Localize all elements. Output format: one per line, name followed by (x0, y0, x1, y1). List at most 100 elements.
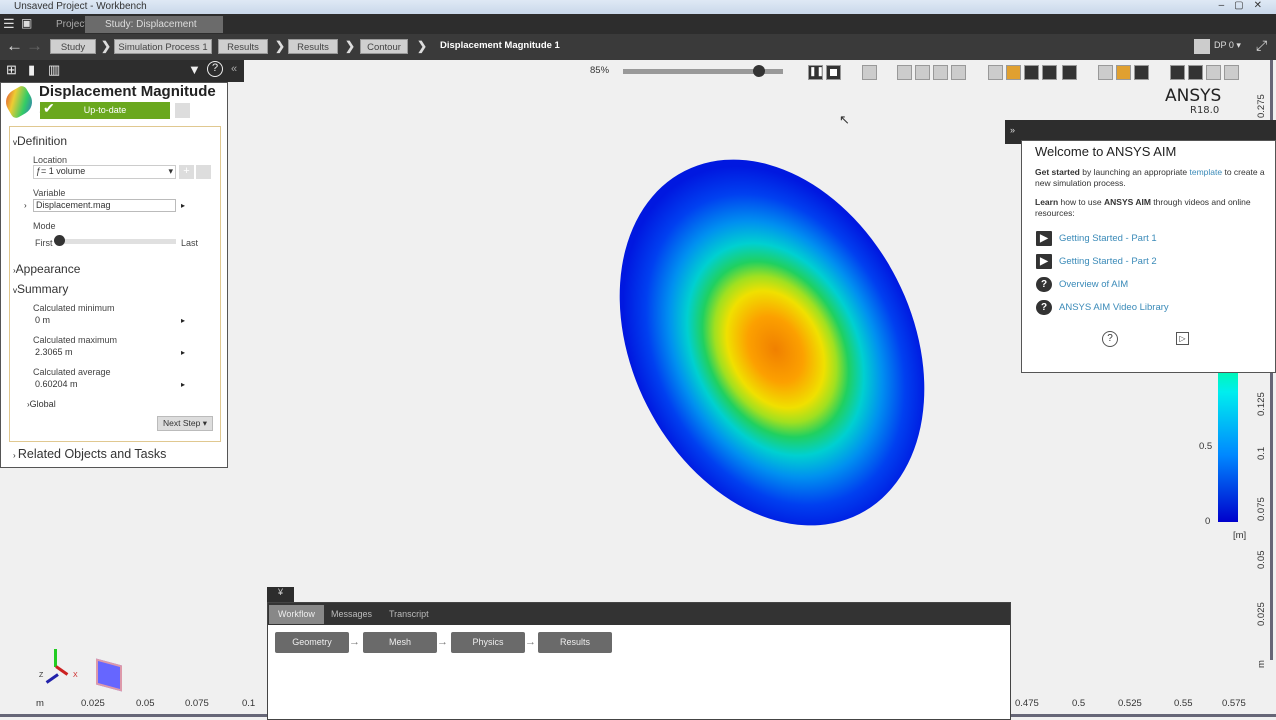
step-geometry[interactable]: Geometry (275, 632, 349, 653)
zoom-label: 85% (590, 65, 610, 76)
window-controls[interactable]: –▢✕ (1219, 0, 1272, 11)
collapse-panel-icon[interactable]: « (231, 63, 237, 75)
expand-icon[interactable]: ⤢ (1256, 37, 1267, 54)
variable-expand-icon[interactable]: ▸ (181, 201, 185, 210)
filter-icon[interactable]: ▼ (188, 62, 201, 77)
displacement-contour-model[interactable] (559, 107, 985, 578)
status-badge[interactable]: ✔ Up-to-date (40, 100, 170, 119)
fit-icon[interactable] (1134, 65, 1149, 80)
select-face-icon[interactable] (1024, 65, 1039, 80)
tab-workflow[interactable]: Workflow (269, 605, 324, 624)
view-icon[interactable] (915, 65, 930, 80)
help-icon[interactable]: ? (1102, 331, 1118, 347)
ruler-tick: 0.1 (1256, 446, 1267, 460)
tab-project[interactable]: Project (36, 16, 87, 33)
axis-triad[interactable]: Z X (36, 645, 81, 685)
mode-slider-handle[interactable] (54, 235, 65, 246)
view-icon[interactable] (933, 65, 948, 80)
next-step-button[interactable]: Next Step ▾ (157, 416, 213, 431)
ruler-tick: 0.55 (1174, 698, 1193, 709)
select-icon[interactable] (988, 65, 1003, 80)
ruler-tick: m (1256, 660, 1267, 668)
menu-icon[interactable]: ☰ (3, 16, 15, 32)
link-overview[interactable]: Overview of AIM (1059, 279, 1128, 290)
view-icon[interactable] (897, 65, 912, 80)
probe-icon[interactable] (1206, 65, 1221, 80)
add-location-button[interactable]: + (179, 165, 194, 179)
step-physics[interactable]: Physics (451, 632, 525, 653)
select-body-icon[interactable] (1006, 65, 1021, 80)
tab-bar: ☰ ▣ Project Study: Displacement Magnitud… (0, 14, 1276, 47)
design-point-select[interactable]: DP 0 ▾ (1214, 40, 1241, 51)
view-icon[interactable] (951, 65, 966, 80)
step-mesh[interactable]: Mesh (363, 632, 437, 653)
location-options-button[interactable] (196, 165, 211, 179)
layout-icon[interactable] (1194, 39, 1210, 54)
collapse-welcome-icon[interactable]: » (1010, 125, 1015, 135)
workflow-panel: Workflow Messages Transcript Geometry → … (267, 602, 1011, 720)
mode-slider[interactable] (60, 239, 176, 244)
point-icon[interactable] (1170, 65, 1185, 80)
back-icon[interactable]: ← (6, 36, 23, 56)
tab-transcript[interactable]: Transcript (380, 605, 438, 624)
crumb-contour[interactable]: Contour (360, 39, 408, 54)
view-cube-icon[interactable] (96, 658, 122, 692)
collapse-workflow-icon[interactable]: ¥ (267, 587, 294, 603)
chevron-down-icon: ▾ (168, 166, 173, 176)
section-appearance[interactable]: ›Appearance (13, 262, 80, 276)
ruler-tick: 0.1 (242, 698, 256, 709)
location-label: Location (33, 155, 68, 165)
legend-unit: [m] (1233, 530, 1247, 541)
video-play-icon[interactable]: ▷ (1176, 332, 1189, 345)
location-select[interactable]: ƒ= 1 volume ▾ (33, 165, 176, 179)
window-title: Unsaved Project - Workbench (14, 1, 147, 12)
section-global[interactable]: ›Global (27, 399, 56, 409)
ruler-tick: 0.025 (1256, 602, 1267, 626)
ruler-tick: m (36, 698, 44, 709)
link-getting-started-2[interactable]: Getting Started - Part 2 (1059, 256, 1157, 267)
tab-messages[interactable]: Messages (322, 605, 381, 624)
select-vertex-icon[interactable] (1062, 65, 1077, 80)
copy-icon[interactable]: ▮ (28, 62, 35, 78)
animation-slider-handle[interactable] (753, 65, 765, 77)
crumb-study[interactable]: Study (50, 39, 96, 54)
video-icon: ▶ (1036, 231, 1052, 246)
delete-icon[interactable]: ▥ (48, 62, 60, 78)
crumb-simulation-process[interactable]: Simulation Process 1 (114, 39, 212, 54)
cursor-icon: ↖ (839, 112, 850, 127)
welcome-title: Welcome to ANSYS AIM (1035, 144, 1177, 159)
stop-button[interactable] (826, 65, 841, 80)
section-summary[interactable]: vSummary (13, 282, 68, 296)
pause-button[interactable]: ❚❚ (808, 65, 824, 80)
welcome-panel: Welcome to ANSYS AIM Get started by laun… (1021, 140, 1276, 373)
crumb-results-2[interactable]: Results (288, 39, 338, 54)
lightning-icon[interactable] (862, 65, 877, 80)
ruler-icon[interactable] (1116, 65, 1131, 80)
box-select-icon[interactable] (1098, 65, 1113, 80)
select-edge-icon[interactable] (1042, 65, 1057, 80)
crumb-results[interactable]: Results (218, 39, 268, 54)
forward-icon[interactable]: → (26, 36, 43, 56)
check-icon: ✔ (43, 100, 55, 116)
new-icon[interactable]: ⊞ (6, 62, 17, 78)
template-link[interactable]: template (1190, 167, 1223, 177)
section-definition[interactable]: vDefinition (13, 134, 67, 148)
update-icon[interactable] (175, 103, 190, 118)
ruler-tick: 0.075 (1256, 497, 1267, 521)
panel-toolbar: ⊞ ▮ ▥ ▼ ? « (0, 60, 244, 82)
mode-label: Mode (33, 221, 56, 231)
z-axis (45, 673, 59, 684)
link-getting-started-1[interactable]: Getting Started - Part 1 (1059, 233, 1157, 244)
tab-study[interactable]: Study: Displacement Magnitud... (85, 16, 223, 47)
save-icon[interactable]: ▣ (21, 16, 32, 30)
ruler-tick: 0.05 (136, 698, 155, 709)
link-video-library[interactable]: ANSYS AIM Video Library (1059, 302, 1169, 313)
help-icon[interactable]: ? (207, 61, 223, 77)
related-objects-section[interactable]: › Related Objects and Tasks (13, 447, 166, 461)
plane-icon[interactable] (1188, 65, 1203, 80)
ruler-tick: 0.5 (1072, 698, 1086, 709)
variable-field[interactable]: Displacement.mag (33, 199, 176, 212)
variable-label: Variable (33, 188, 66, 198)
step-results[interactable]: Results (538, 632, 612, 653)
annotation-icon[interactable] (1224, 65, 1239, 80)
